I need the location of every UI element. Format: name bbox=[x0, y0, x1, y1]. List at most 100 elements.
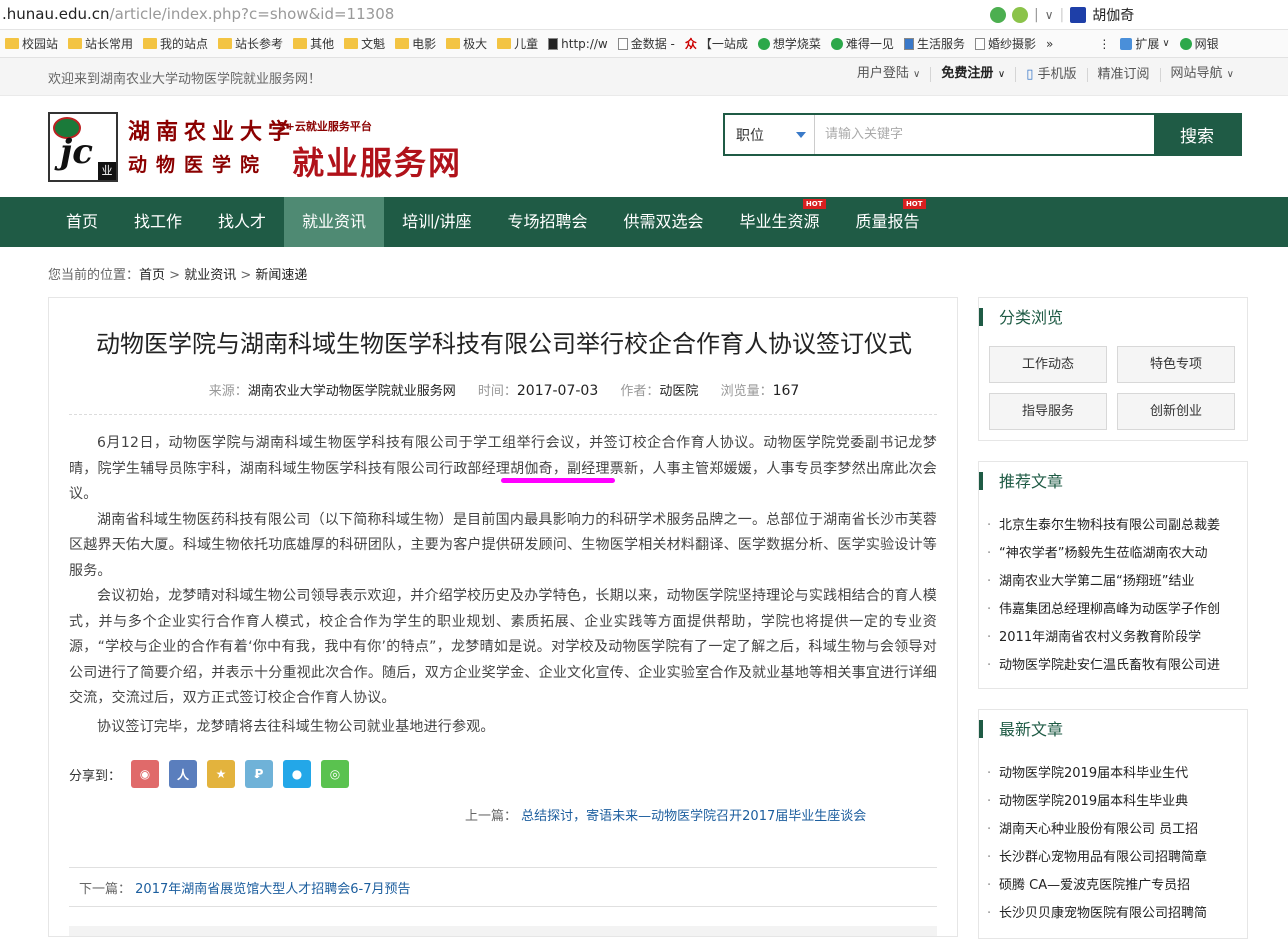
logo-college-name: 动物医学院 bbox=[128, 154, 269, 176]
share-bar: 分享到： ◉ 人 ★ Ꝑ ● ◎ bbox=[69, 760, 350, 788]
category-browse-panel: 分类浏览 工作动态 特色专项 指导服务 创新创业 bbox=[978, 297, 1248, 441]
logo-badge: jc 业 bbox=[48, 112, 118, 182]
list-item[interactable]: · 北京生泰尔生物科技有限公司副总裁姜 bbox=[987, 512, 1243, 540]
bookmark-item[interactable]: 文魁 bbox=[339, 35, 390, 52]
latest-title: 最新文章 bbox=[979, 710, 1247, 750]
divider bbox=[69, 414, 937, 415]
weibo-icon[interactable]: ◉ bbox=[131, 760, 160, 788]
baidu-paw-icon bbox=[1070, 7, 1087, 23]
bank-shield-icon bbox=[1179, 37, 1192, 50]
list-item[interactable]: · 硕腾 CA—爱波克医院推广专员招 bbox=[987, 872, 1243, 900]
nav-employment-news[interactable]: 就业资讯 bbox=[284, 197, 385, 247]
search-type-select[interactable]: 职位 bbox=[725, 115, 815, 154]
site-favicon-icon: 众 bbox=[684, 37, 697, 51]
list-item[interactable]: · 伟嘉集团总经理柳高峰为动医学子作创 bbox=[987, 596, 1243, 624]
bookmark-item[interactable]: 难得一见 bbox=[826, 35, 899, 52]
category-entrepreneurship[interactable]: 创新创业 bbox=[1117, 393, 1235, 430]
nav-quality-report[interactable]: 质量报告 HOT bbox=[838, 197, 938, 247]
bookmarks-menu[interactable]: ⋮ bbox=[1058, 37, 1115, 51]
folder-icon bbox=[344, 38, 359, 49]
caret-down-icon bbox=[796, 132, 806, 138]
category-title: 分类浏览 bbox=[979, 298, 1247, 338]
list-item[interactable]: · 湖南农业大学第二届“扬翔班”结业 bbox=[987, 568, 1243, 596]
bookmark-item[interactable]: 站长参考 bbox=[213, 35, 288, 52]
bookmarks-overflow[interactable]: » bbox=[1041, 37, 1058, 51]
url-path: /article/index.php?c=show&id=11308 bbox=[109, 5, 395, 23]
search-button[interactable]: 搜索 bbox=[1154, 115, 1240, 154]
dropdown-chevron-icon[interactable]: ∨ bbox=[1045, 8, 1054, 22]
list-item[interactable]: · 2011年湖南省农村义务教育阶段学 bbox=[987, 624, 1243, 652]
prev-article-link[interactable]: 总结探讨，寄语未来—动物医学院召开2017届毕业生座谈会 bbox=[521, 809, 866, 824]
welcome-text: 欢迎来到湖南农业大学动物医学院就业服务网！ bbox=[48, 72, 322, 87]
nav-job-fairs[interactable]: 专场招聘会 bbox=[489, 197, 605, 247]
bookmark-item[interactable]: 其他 bbox=[288, 35, 339, 52]
site-nav-link[interactable]: 网站导航 ∨ bbox=[1161, 67, 1244, 82]
refresh-icon[interactable] bbox=[990, 7, 1006, 23]
register-link[interactable]: 免费注册 ∨ bbox=[931, 67, 1017, 82]
category-guidance[interactable]: 指导服务 bbox=[989, 393, 1107, 430]
bookmark-item[interactable]: http://w bbox=[543, 37, 613, 51]
extensions-button[interactable]: 扩展 ∨ bbox=[1115, 35, 1174, 52]
folder-icon bbox=[143, 38, 158, 49]
list-item[interactable]: · 动物医学院2019届本科生毕业典 bbox=[987, 788, 1243, 816]
tencent-weibo-icon[interactable]: Ꝑ bbox=[245, 760, 274, 788]
site-logo[interactable]: jc 业 湖南农业大学 3+云就业服务平台 动物医学院 就业服务网 bbox=[48, 110, 468, 185]
article-author: 动医院 bbox=[659, 384, 699, 399]
url-text[interactable]: .hunau.edu.cn/article/index.php?c=show&i… bbox=[2, 5, 394, 23]
article-time: 2017-07-03 bbox=[516, 383, 599, 399]
address-query-text[interactable]: 胡伽奇 bbox=[1092, 5, 1134, 25]
bookmark-item[interactable]: 校园站 bbox=[0, 35, 63, 52]
next-article-link[interactable]: 2017年湖南省展览馆大型人才招聘会6-7月预告 bbox=[135, 882, 410, 897]
qzone-icon[interactable]: ★ bbox=[207, 760, 236, 788]
breadcrumb-home[interactable]: 首页 bbox=[139, 268, 165, 283]
list-item[interactable]: · 动物医学院赴安仁温氏畜牧有限公司进 bbox=[987, 652, 1243, 680]
main-nav: 首页 找工作 找人才 就业资讯 培训/讲座 专场招聘会 供需双选会 毕业生资源 H… bbox=[0, 197, 1288, 247]
subscribe-link[interactable]: 精准订阅 bbox=[1088, 67, 1161, 82]
chevron-down-icon: ∨ bbox=[997, 69, 1006, 80]
nav-supply-demand[interactable]: 供需双选会 bbox=[605, 197, 721, 247]
list-item[interactable]: · 动物医学院2019届本科毕业生代 bbox=[987, 760, 1243, 788]
bookmark-item[interactable]: 电影 bbox=[390, 35, 441, 52]
bookmark-item[interactable]: 极大 bbox=[441, 35, 492, 52]
folder-icon bbox=[395, 38, 410, 49]
breadcrumb-news[interactable]: 就业资讯 bbox=[184, 268, 236, 283]
search-input[interactable] bbox=[815, 115, 1154, 154]
qq-icon[interactable]: ● bbox=[283, 760, 312, 788]
nav-training[interactable]: 培训/讲座 bbox=[384, 197, 489, 247]
logo-site-name: 就业服务网 bbox=[292, 144, 463, 182]
article-panel: 动物医学院与湖南科域生物医学科技有限公司举行校企合作育人协议签订仪式 来源：湖南… bbox=[48, 297, 958, 937]
bookmark-item[interactable]: 儿童 bbox=[492, 35, 543, 52]
nav-home[interactable]: 首页 bbox=[48, 197, 116, 247]
phone-icon: ▯ bbox=[1026, 66, 1034, 82]
bookmark-item[interactable]: 站长常用 bbox=[63, 35, 138, 52]
logo-school-name: 湖南农业大学 bbox=[128, 119, 297, 145]
bookmark-item[interactable]: 想学烧菜 bbox=[753, 35, 826, 52]
logo-monogram: jc bbox=[60, 132, 94, 172]
folder-icon bbox=[218, 38, 233, 49]
mobile-link[interactable]: ▯ 手机版 bbox=[1016, 66, 1088, 82]
browser-address-bar[interactable]: .hunau.edu.cn/article/index.php?c=show&i… bbox=[0, 0, 1288, 30]
bookmark-item[interactable]: 金数据 - bbox=[613, 35, 680, 52]
bookmark-item[interactable]: 网银 bbox=[1175, 35, 1224, 52]
category-work-updates[interactable]: 工作动态 bbox=[989, 346, 1107, 383]
chat-icon bbox=[757, 37, 770, 50]
list-item[interactable]: · 长沙群心宠物用品有限公司招聘简章 bbox=[987, 844, 1243, 872]
nav-graduate-resources[interactable]: 毕业生资源 HOT bbox=[722, 197, 838, 247]
renren-icon[interactable]: 人 bbox=[169, 760, 198, 788]
category-special[interactable]: 特色专项 bbox=[1117, 346, 1235, 383]
url-tools: | ∨ | 胡伽奇 bbox=[990, 4, 1134, 26]
list-item[interactable]: · 湖南天心种业股份有限公司 员工招 bbox=[987, 816, 1243, 844]
nav-find-job[interactable]: 找工作 bbox=[116, 197, 200, 247]
wechat-icon[interactable]: ◎ bbox=[321, 760, 350, 788]
list-item[interactable]: · 长沙贝贝康宠物医院有限公司招聘简 bbox=[987, 900, 1243, 928]
breadcrumb-flash[interactable]: 新闻速递 bbox=[255, 268, 307, 283]
bookmark-item[interactable]: 众【一站成 bbox=[680, 35, 753, 52]
bookmark-item[interactable]: 婚纱摄影 bbox=[970, 35, 1041, 52]
divider bbox=[69, 906, 937, 907]
nav-find-talent[interactable]: 找人才 bbox=[200, 197, 284, 247]
list-item[interactable]: · “神农学者”杨毅先生莅临湖南农大动 bbox=[987, 540, 1243, 568]
login-link[interactable]: 用户登陆 ∨ bbox=[847, 67, 932, 82]
bookmark-item[interactable]: 生活服务 bbox=[899, 35, 970, 52]
bookmark-item[interactable]: 我的站点 bbox=[138, 35, 213, 52]
ie-mode-icon[interactable] bbox=[1012, 7, 1028, 23]
